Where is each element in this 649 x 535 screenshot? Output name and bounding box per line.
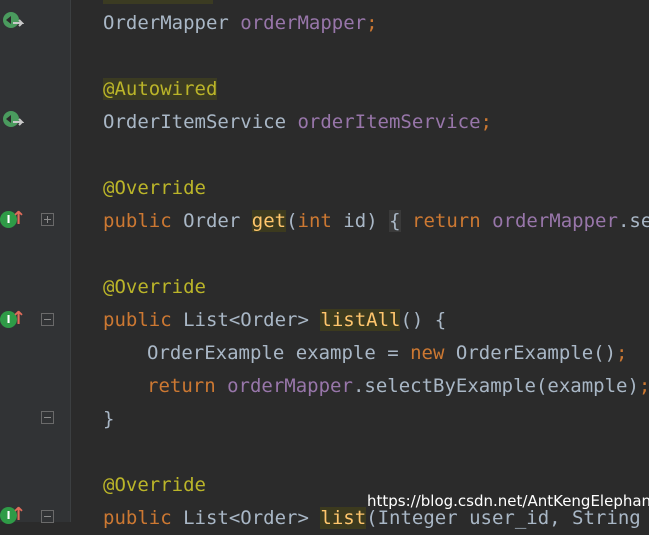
field-name: orderMapper xyxy=(240,12,367,34)
code-line: OrderItemService orderItemService; xyxy=(103,106,492,139)
gutter-divider xyxy=(70,0,71,522)
semicolon: ; xyxy=(639,375,649,397)
field-name: orderMapper xyxy=(492,210,618,232)
code-text: OrderExample() xyxy=(444,342,617,364)
method-name: list xyxy=(320,507,367,529)
code-line: @Override xyxy=(103,172,206,205)
semicolon: ; xyxy=(366,12,378,34)
code-line: @Override xyxy=(103,469,206,502)
param: id xyxy=(331,210,367,232)
code-text: () { xyxy=(400,309,447,331)
field-name: orderItemService xyxy=(297,111,481,133)
code-text: (Integer user_id, String ex xyxy=(366,507,649,529)
type-name: OrderMapper xyxy=(103,12,229,34)
autowire-icon[interactable] xyxy=(2,110,24,132)
method-name: listAll xyxy=(320,309,401,331)
type-name: OrderItemService xyxy=(103,111,287,133)
code-line: OrderExample example = new OrderExample(… xyxy=(103,337,627,370)
code-line: } xyxy=(103,403,114,436)
arrow-up-icon[interactable]: ↑ xyxy=(11,506,26,524)
annotation: @Autowired xyxy=(103,78,218,100)
code-line: return orderMapper.selectByExample(examp… xyxy=(103,370,649,403)
code-line: @Autowired xyxy=(103,73,218,106)
fold-end-icon[interactable] xyxy=(41,411,54,424)
code-text: .sele xyxy=(617,210,649,232)
field-name: orderMapper xyxy=(227,375,353,397)
paren: ( xyxy=(286,210,298,232)
annotation: @Override xyxy=(103,177,206,199)
keyword: public xyxy=(103,210,172,232)
fold-collapse-icon[interactable] xyxy=(41,510,54,523)
code-editor[interactable]: OrderMapper orderMapper; @Autowired Orde… xyxy=(103,0,649,529)
code-line: public Order get(int id) { return orderM… xyxy=(103,205,649,238)
paren: ) xyxy=(366,210,378,232)
fold-expand-icon[interactable] xyxy=(41,213,54,226)
keyword: new xyxy=(410,342,445,364)
method-name: get xyxy=(251,210,287,232)
code-line: @Override xyxy=(103,271,206,304)
fold-collapse-icon[interactable] xyxy=(41,313,54,326)
autowire-icon[interactable] xyxy=(2,11,24,33)
type-name: List<Order> xyxy=(183,507,309,529)
annotation: @Override xyxy=(103,276,206,298)
code-line: OrderMapper orderMapper; xyxy=(103,7,378,40)
keyword: public xyxy=(103,309,172,331)
closing-brace: } xyxy=(103,408,115,430)
editor-gutter xyxy=(0,0,70,522)
type-name: Order xyxy=(183,210,241,232)
keyword: int xyxy=(297,210,332,232)
arrow-up-icon[interactable]: ↑ xyxy=(11,210,26,228)
arrow-up-icon[interactable]: ↑ xyxy=(11,310,26,328)
keyword: public xyxy=(103,507,172,529)
semicolon: ; xyxy=(616,342,628,364)
folded-brace[interactable]: { xyxy=(389,210,401,232)
code-line: public List<Order> listAll() { xyxy=(103,304,446,337)
keyword: return xyxy=(412,210,481,232)
watermark-text: https://blog.csdn.net/AntKengElephant xyxy=(367,492,649,510)
semicolon: ; xyxy=(480,111,492,133)
keyword: return xyxy=(147,375,216,397)
code-text: OrderExample example = xyxy=(147,342,411,364)
annotation: @Override xyxy=(103,474,206,496)
code-text: .selectByExample(example) xyxy=(352,375,639,397)
type-name: List<Order> xyxy=(183,309,309,331)
